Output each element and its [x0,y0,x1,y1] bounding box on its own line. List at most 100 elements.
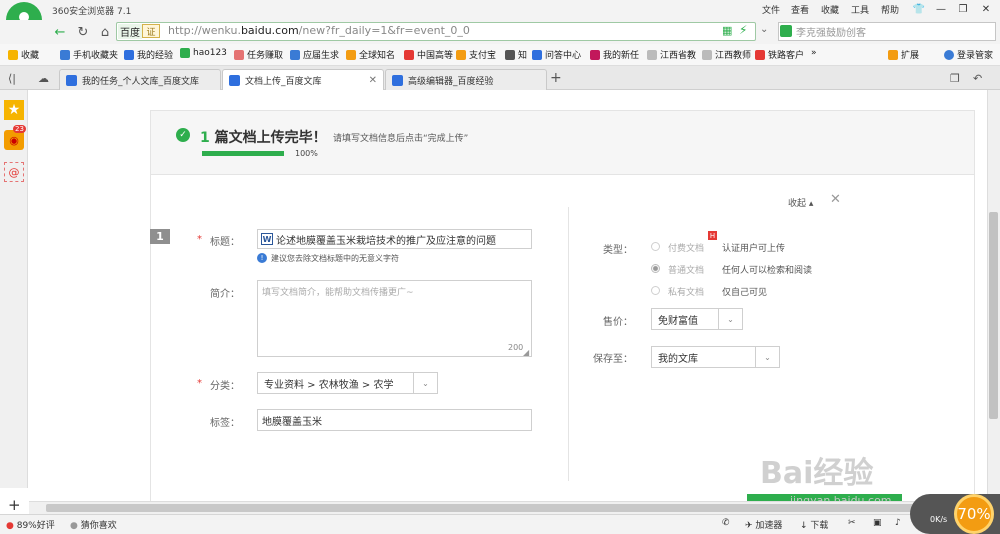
star-icon[interactable]: ★ [4,100,24,120]
minimize-icon[interactable]: — [930,0,952,18]
bookmark-item[interactable]: 任务赚取 [234,48,283,61]
close-tab-icon[interactable]: ✕ [369,75,377,86]
bookmark-item[interactable]: hao123 [180,48,227,58]
bookmark-item[interactable]: 应届生求 [290,48,339,61]
chevron-down-icon[interactable]: ⌄ [755,347,779,367]
volume-icon[interactable]: ♪ [895,518,901,528]
radio-private[interactable] [651,286,660,295]
bookmark-label: 铁路客户 [768,51,805,61]
download-button[interactable]: ↓ 下载 [800,518,828,531]
intro-textarea[interactable]: 填写文档简介，能帮助文档传播更广~ [257,280,532,357]
bookmark-item[interactable]: 我的新任 [590,48,639,61]
save-to-select[interactable]: 我的文库 ⌄ [651,346,780,368]
resize-handle-icon[interactable]: ◢ [523,348,529,357]
h-badge: H [708,231,717,240]
option-normal-name: 普通文档 [668,266,705,276]
bookmark-item[interactable]: 中国高等 [404,48,453,61]
tab-document-upload[interactable]: 文档上传_百度文库 ✕ [222,69,384,91]
menu-help[interactable]: 帮助 [881,3,899,16]
bookmark-icon [590,49,600,60]
accelerator-button[interactable]: ✈ 加速器 [745,518,782,531]
rating-item[interactable]: ● 89%好评 [6,518,55,531]
title-field[interactable]: W 论述地膜覆盖玉米栽培技术的推广及应注意的问题 [257,229,532,249]
bookmark-label: 任务赚取 [247,51,284,61]
mail-icon[interactable]: @ [4,162,24,182]
radio-normal[interactable] [651,264,660,273]
bookmark-icon [404,49,414,60]
word-doc-icon: W [261,233,273,245]
column-divider [568,207,569,481]
bookmark-item[interactable]: 江西省教 [647,48,696,61]
guess-item[interactable]: ● 猜你喜欢 [70,518,117,531]
option-private-name: 私有文档 [668,288,705,298]
horizontal-scroll-thumb[interactable] [46,504,926,512]
intro-label: 简介： [210,289,240,300]
login-button[interactable]: 登录管家 [944,48,993,61]
bookmark-label: 中国高等 [417,51,454,61]
restore-icon[interactable]: ❐ [952,0,974,18]
category-select[interactable]: 专业资料 > 农林牧渔 > 农学 ⌄ [257,372,438,394]
bookmark-item[interactable]: 收藏 [8,48,39,61]
vertical-scroll-thumb[interactable] [989,212,998,419]
bookmark-item[interactable]: 知 [505,48,527,61]
url-text[interactable]: http://wenku.baidu.com/new?fr_daily=1&fr… [168,24,470,37]
chevron-down-icon[interactable]: ⌄ [718,309,742,329]
bookmark-item[interactable]: 手机收藏夹 [60,48,118,61]
required-marker: * [197,378,202,389]
cloud-icon[interactable]: ☁ [38,72,49,85]
new-tab-button[interactable]: + [550,70,562,86]
collapse-button[interactable]: 收起 ▴ [788,196,813,209]
bookmark-icon [702,49,712,60]
bookmark-item[interactable]: 江西教师 [702,48,751,61]
back-arrow-icon[interactable]: ← [50,22,70,42]
refresh-icon[interactable]: ↻ [73,22,93,42]
chevron-down-icon[interactable]: ⌄ [413,373,437,393]
menu-file[interactable]: 文件 [762,3,780,16]
tab-advanced-editor[interactable]: 高级编辑器_百度经验 [385,69,547,90]
home-icon[interactable]: ⌂ [95,22,115,42]
upload-title: 1 篇文档上传完毕！ [200,130,327,146]
check-circle-icon: ✓ [176,128,190,142]
close-window-icon[interactable]: ✕ [975,0,997,18]
bookmark-label: 手机收藏夹 [73,51,119,61]
upload-hint: 请填写文档信息后点击“完成上传” [333,134,469,144]
option-normal-desc: 任何人可以检索和阅读 [722,266,813,276]
menu-view[interactable]: 查看 [791,3,809,16]
undo-close-icon[interactable]: ↶ [973,72,982,85]
bookmark-item[interactable]: 问答中心 [532,48,581,61]
menu-favorites[interactable]: 收藏 [821,3,839,16]
skin-icon[interactable]: 👕 [908,0,930,18]
lightning-icon[interactable]: ⚡ [739,23,747,37]
notification-badge: 23 [13,125,26,133]
qr-code-icon[interactable]: ▦ [722,24,732,37]
bookmark-label: 收藏 [21,51,40,61]
radio-paid[interactable] [651,242,660,251]
bookmark-item[interactable]: 全球知名 [346,48,395,61]
upload-progress-bar [202,151,284,156]
scissors-icon[interactable]: ✂ [848,518,856,528]
certificate-icon[interactable]: 证 [142,24,160,38]
price-select[interactable]: 免财富值 ⌄ [651,308,743,330]
speed-percent[interactable]: 70% [954,494,994,534]
screenshot-icon[interactable]: ▣ [873,518,882,528]
tab-my-tasks[interactable]: 我的任务_个人文库_百度文库 [59,69,221,90]
chevron-down-icon[interactable]: ⌄ [760,24,768,35]
bookmark-icon [532,49,542,60]
tag-input[interactable]: 地膜覆盖玉米 [257,409,532,431]
bookmark-item[interactable]: 铁路客户 [755,48,804,61]
chat-icon[interactable]: ✆ [722,518,730,528]
sidebar-toggle-icon[interactable]: ⟨| [8,72,16,85]
weibo-icon[interactable]: ◉ [4,130,24,150]
search-icon [780,25,792,37]
site-tag: 百度 [118,24,142,39]
menu-tools[interactable]: 工具 [851,3,869,16]
bookmark-label: 问答中心 [545,51,582,61]
close-icon[interactable]: ✕ [830,192,841,207]
bookmark-item[interactable]: 我的经验 [124,48,173,61]
rating-dot-icon: ● [6,521,14,531]
more-bookmarks-icon[interactable]: » [811,48,817,58]
add-icon[interactable]: + [8,496,21,514]
bookmark-item[interactable]: 支付宝 [456,48,496,61]
extensions-button[interactable]: 扩展 [888,48,919,61]
tab-list-icon[interactable]: ❐ [950,72,960,85]
